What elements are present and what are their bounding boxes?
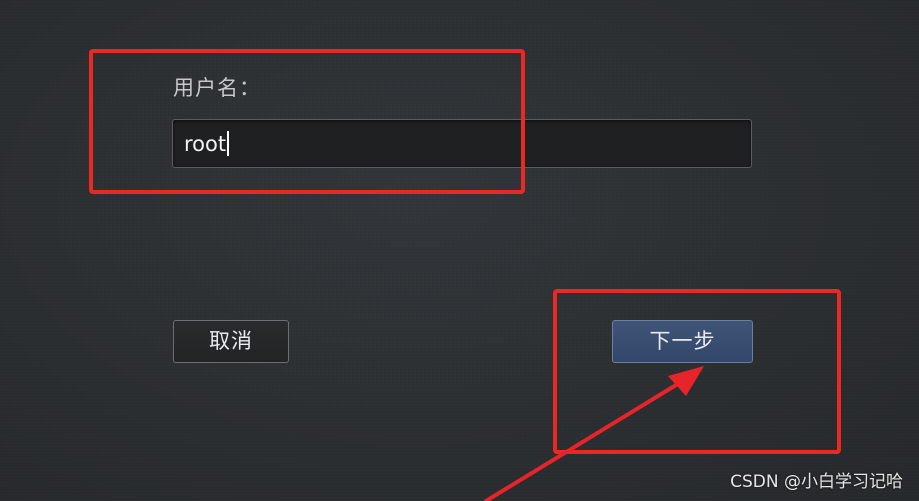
annotation-box-next xyxy=(553,289,841,454)
annotation-box-username xyxy=(89,49,525,194)
cancel-button[interactable]: 取消 xyxy=(173,320,289,363)
watermark: CSDN @小白学习记哈 xyxy=(730,472,903,492)
